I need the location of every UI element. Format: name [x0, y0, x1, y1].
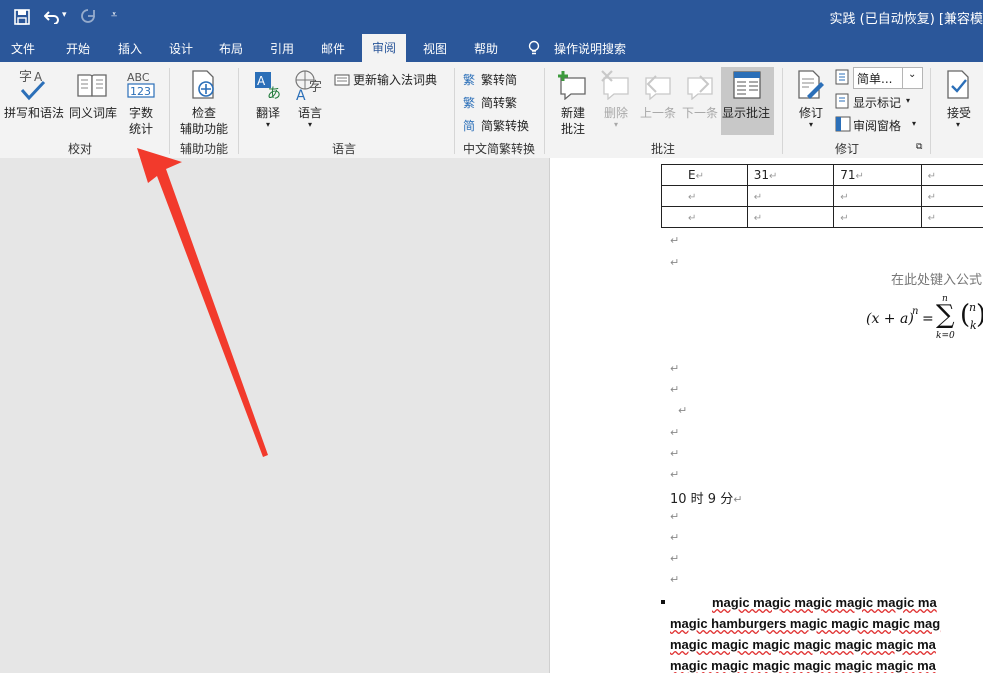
red-arrow-annotation [137, 148, 268, 457]
